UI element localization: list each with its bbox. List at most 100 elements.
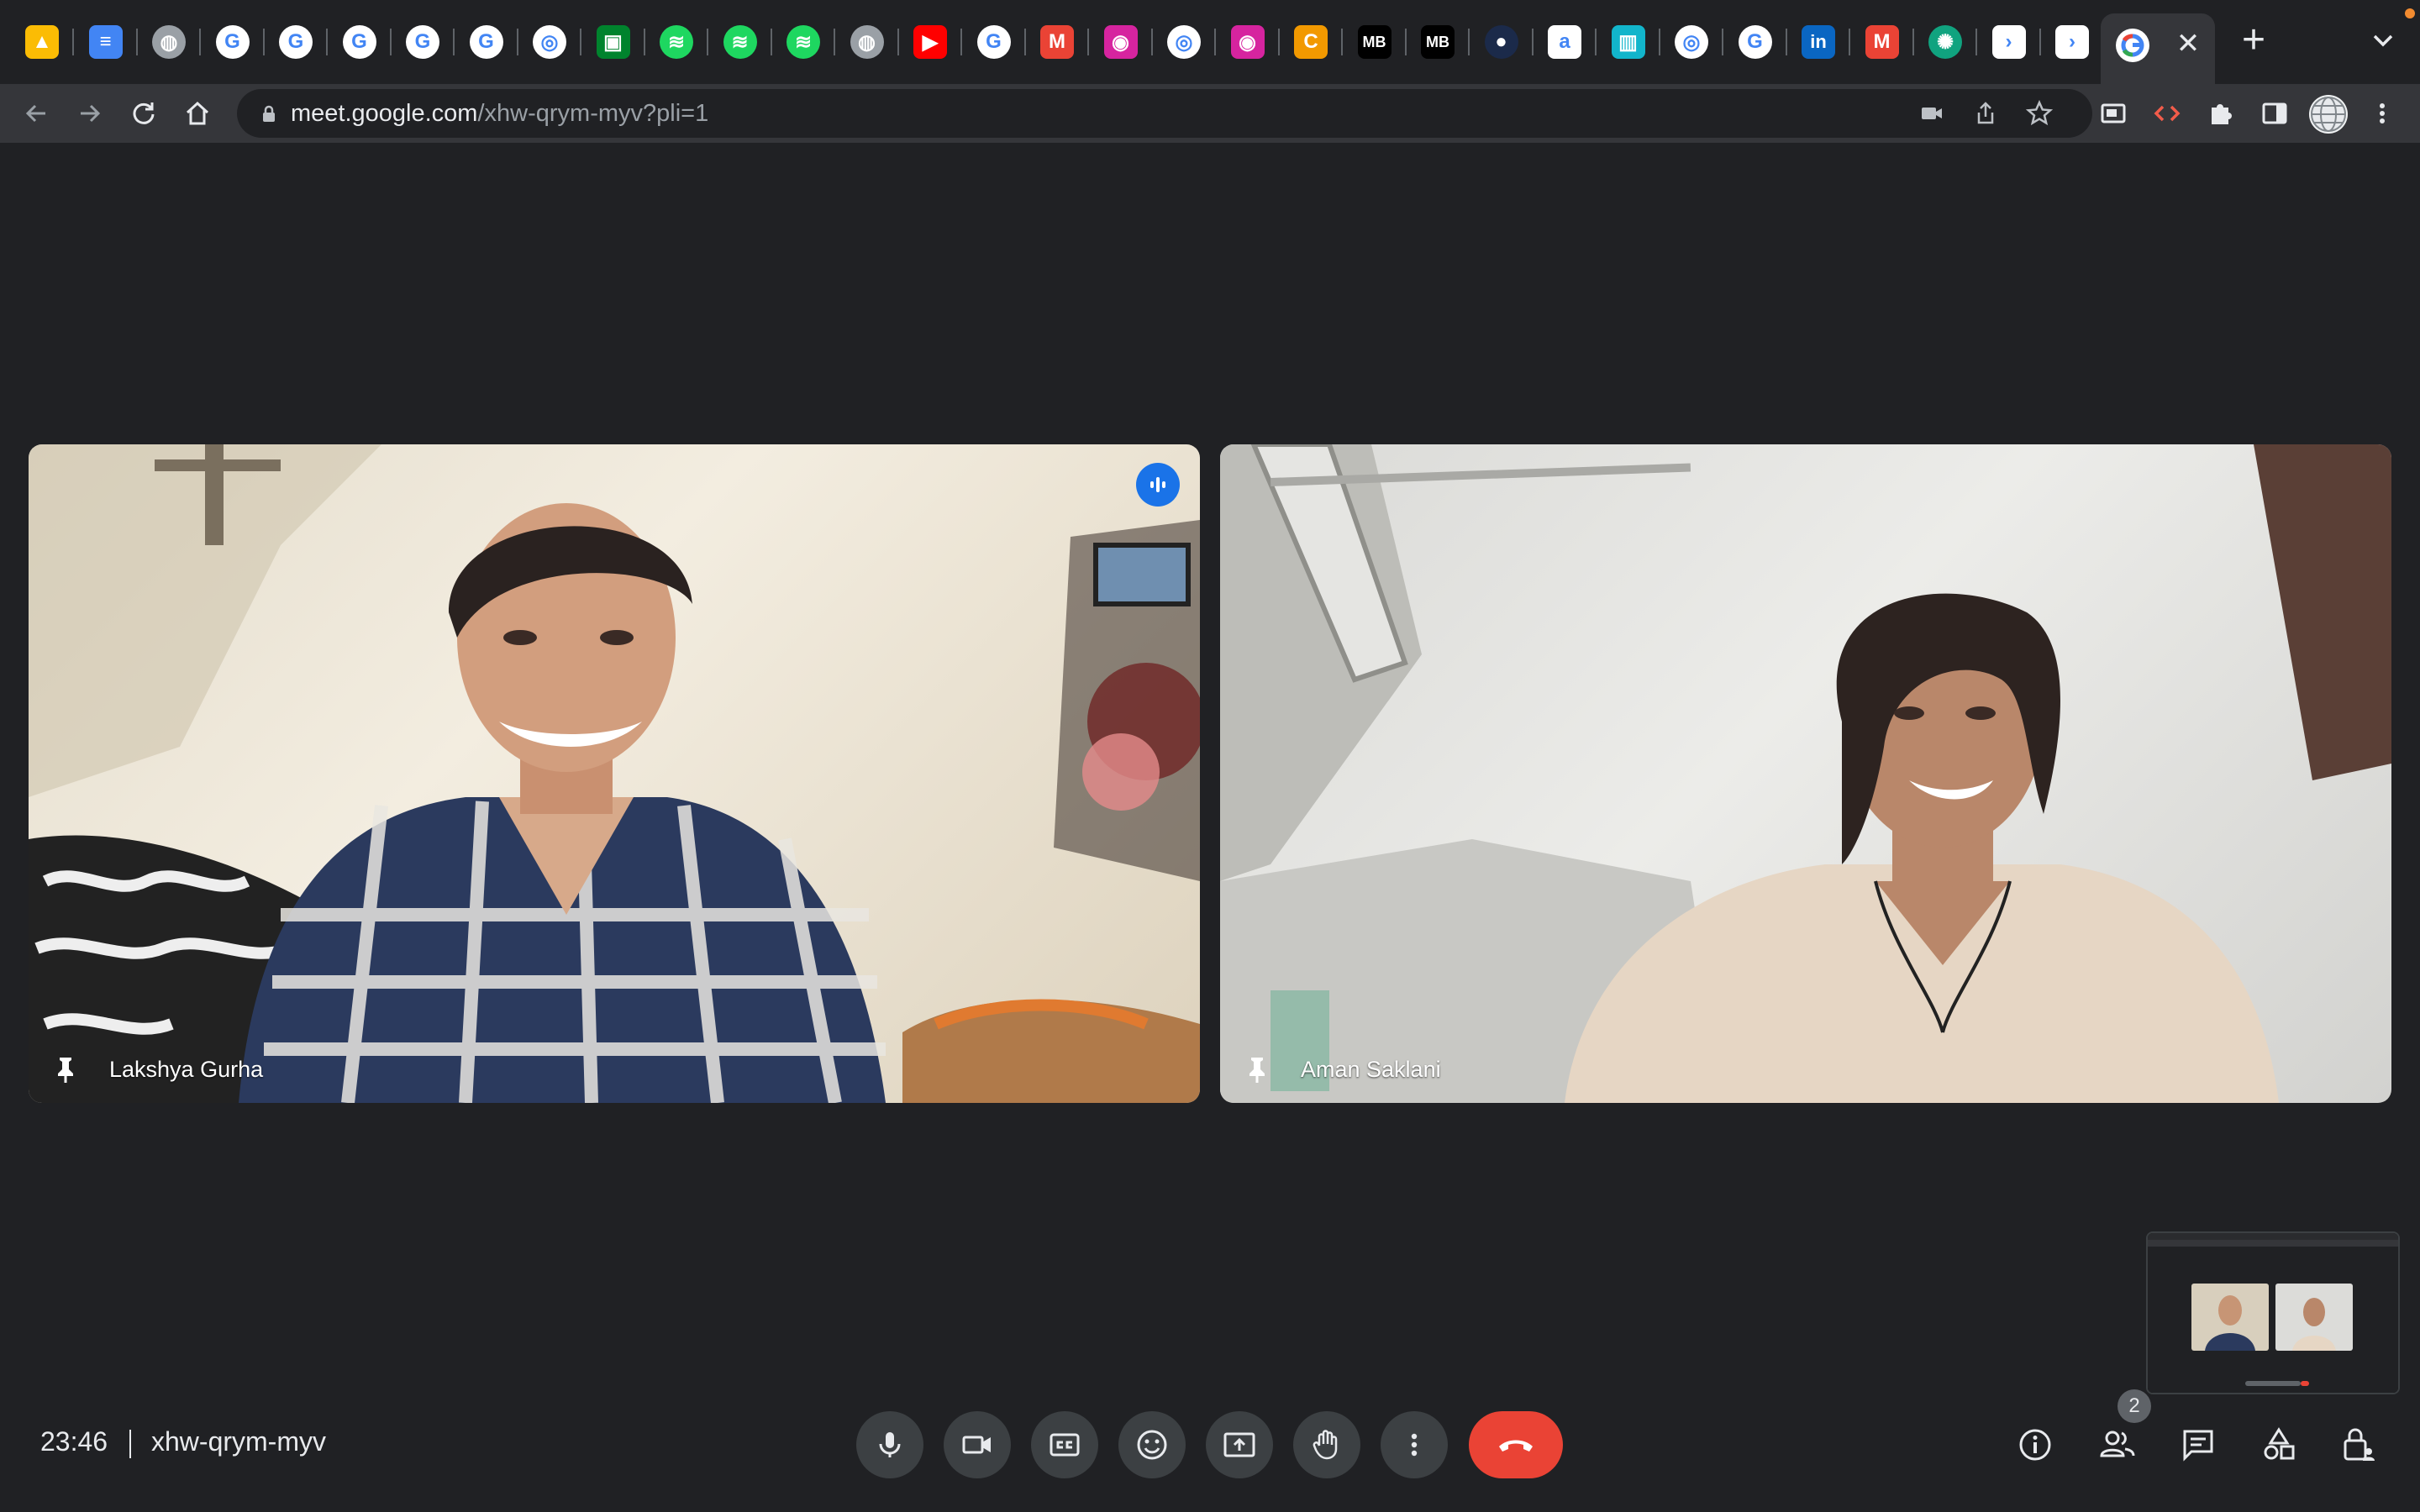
picture-in-picture-button[interactable] (2091, 91, 2136, 136)
present-screen-button[interactable] (1206, 1411, 1273, 1478)
tab-separator (326, 29, 328, 55)
side-panel-button[interactable] (2252, 91, 2297, 136)
bookmark-star-icon[interactable] (2023, 97, 2055, 129)
linkedin-icon[interactable]: in (1802, 25, 1835, 59)
google-g-icon[interactable]: G (279, 25, 313, 59)
host-controls-button[interactable] (2338, 1423, 2381, 1467)
leave-call-button[interactable] (1469, 1411, 1563, 1478)
activities-button[interactable] (2257, 1423, 2301, 1467)
instagram-icon[interactable]: ◉ (1230, 25, 1265, 59)
instagram-icon[interactable]: ◉ (1103, 25, 1138, 59)
recording-indicator (2405, 8, 2415, 18)
tab-search-chevron-icon[interactable] (2361, 18, 2405, 62)
spotify-icon[interactable]: ≋ (786, 25, 820, 59)
chrome-icon[interactable]: ◎ (1675, 25, 1708, 59)
new-tab-button[interactable]: + (2232, 18, 2275, 62)
tab-separator (960, 29, 962, 55)
openai-icon[interactable]: ✺ (1928, 25, 1962, 59)
reload-icon (133, 102, 155, 124)
chart-app-icon[interactable]: ▥ (1611, 25, 1645, 59)
youtube-icon[interactable]: ▶ (913, 25, 947, 59)
tab-separator (1912, 29, 1914, 55)
pin-icon[interactable] (1240, 1053, 1274, 1086)
share-icon[interactable] (1970, 97, 2002, 129)
more-vert-icon (1411, 1433, 1418, 1457)
tab-separator (897, 29, 899, 55)
spotify-icon[interactable]: ≋ (660, 25, 693, 59)
google-g-icon[interactable]: G (976, 25, 1011, 59)
gmail-icon[interactable]: M (1865, 25, 1899, 59)
participant-tile[interactable]: Lakshya Gurha (29, 444, 1200, 1103)
active-tab[interactable]: ✕ (2101, 13, 2215, 84)
google-g-icon[interactable]: G (406, 25, 439, 59)
address-bar[interactable]: meet.google.com/xhw-qrym-myv?pli=1 (237, 89, 2092, 138)
chrome-icon[interactable]: ◎ (533, 25, 566, 59)
participant-count-badge: 2 (2118, 1389, 2151, 1423)
captions-button[interactable] (1031, 1411, 1098, 1478)
browser-menu-button[interactable] (2360, 91, 2405, 136)
closed-captions-icon (1050, 1433, 1080, 1457)
people-icon (2100, 1431, 2135, 1457)
amazon-icon[interactable]: a (1548, 25, 1581, 59)
tab-separator (1150, 29, 1153, 55)
tab-separator (1277, 29, 1280, 55)
chevron-app-icon[interactable]: › (2055, 25, 2089, 59)
emoji-icon (1137, 1430, 1167, 1460)
more-options-button[interactable] (1381, 1411, 1448, 1478)
call-end-icon (1499, 1440, 1533, 1452)
chat-button[interactable] (2176, 1423, 2220, 1467)
browser-toolbar: meet.google.com/xhw-qrym-myv?pli=1 (0, 84, 2420, 143)
reactions-button[interactable] (1118, 1411, 1186, 1478)
gmail-icon[interactable]: M (1040, 25, 1074, 59)
tab-separator (453, 29, 455, 55)
people-button[interactable] (2096, 1423, 2139, 1467)
tab-separator (1722, 29, 1723, 55)
participant-name: Lakshya Gurha (109, 1057, 264, 1082)
mb-icon[interactable]: MB (1421, 25, 1455, 59)
raise-hand-button[interactable] (1293, 1411, 1360, 1478)
back-button[interactable] (13, 91, 59, 136)
presentation-preview (2148, 1233, 2398, 1393)
reload-button[interactable] (121, 91, 166, 136)
spotify-icon[interactable]: ≋ (723, 25, 757, 59)
pin-icon[interactable] (49, 1053, 82, 1086)
google-docs-icon[interactable]: ≡ (88, 25, 123, 59)
mb-icon[interactable]: MB (1357, 25, 1392, 59)
extensions-button[interactable] (2198, 91, 2244, 136)
camera-in-use-icon[interactable] (1916, 97, 1948, 129)
devtools-extension-button[interactable] (2144, 91, 2190, 136)
camera-button[interactable] (944, 1411, 1011, 1478)
tab-separator (1087, 29, 1089, 55)
microphone-button[interactable] (856, 1411, 923, 1478)
chevron-app-icon[interactable]: › (1991, 25, 2026, 59)
forward-button[interactable] (67, 91, 113, 136)
chrome-icon[interactable]: ◎ (1167, 25, 1201, 59)
google-g-icon[interactable]: G (215, 25, 250, 59)
tab-separator (1785, 29, 1787, 55)
google-meet-icon[interactable]: ▣ (596, 25, 630, 59)
lock-icon (259, 103, 279, 123)
tab-strip: ▲≡◍GGGGG◎▣≋≋≋◍▶GM◉◎◉CMBMB●a▥◎GinM✺››G (0, 0, 2420, 84)
google-g-icon[interactable]: G (1738, 25, 1772, 59)
lock-person-icon (2344, 1428, 2375, 1461)
tab-close-icon[interactable]: ✕ (2170, 25, 2207, 62)
globe-icon[interactable]: ◍ (850, 25, 884, 59)
tab-separator (1849, 29, 1850, 55)
url-path: /xhw-qrym-myv?pli=1 (477, 100, 709, 127)
google-drive-icon[interactable]: ▲ (25, 25, 59, 59)
self-view-preview[interactable] (2146, 1231, 2400, 1394)
profile-avatar[interactable] (2309, 95, 2348, 134)
meeting-details-button[interactable] (2013, 1423, 2057, 1467)
dark-circle-icon[interactable]: ● (1484, 25, 1518, 59)
globe-icon[interactable]: ◍ (152, 25, 186, 59)
home-button[interactable] (175, 91, 220, 136)
microphone-icon (879, 1432, 901, 1457)
arrow-right-icon (81, 104, 101, 123)
google-g-icon[interactable]: G (342, 25, 376, 59)
google-g-icon[interactable]: G (469, 25, 503, 59)
participant-tile[interactable]: Aman Saklani (1220, 444, 2391, 1103)
tab-separator (834, 29, 835, 55)
c-app-icon[interactable]: C (1294, 25, 1328, 59)
google-g-icon (2116, 29, 2149, 62)
tab-separator (707, 29, 708, 55)
